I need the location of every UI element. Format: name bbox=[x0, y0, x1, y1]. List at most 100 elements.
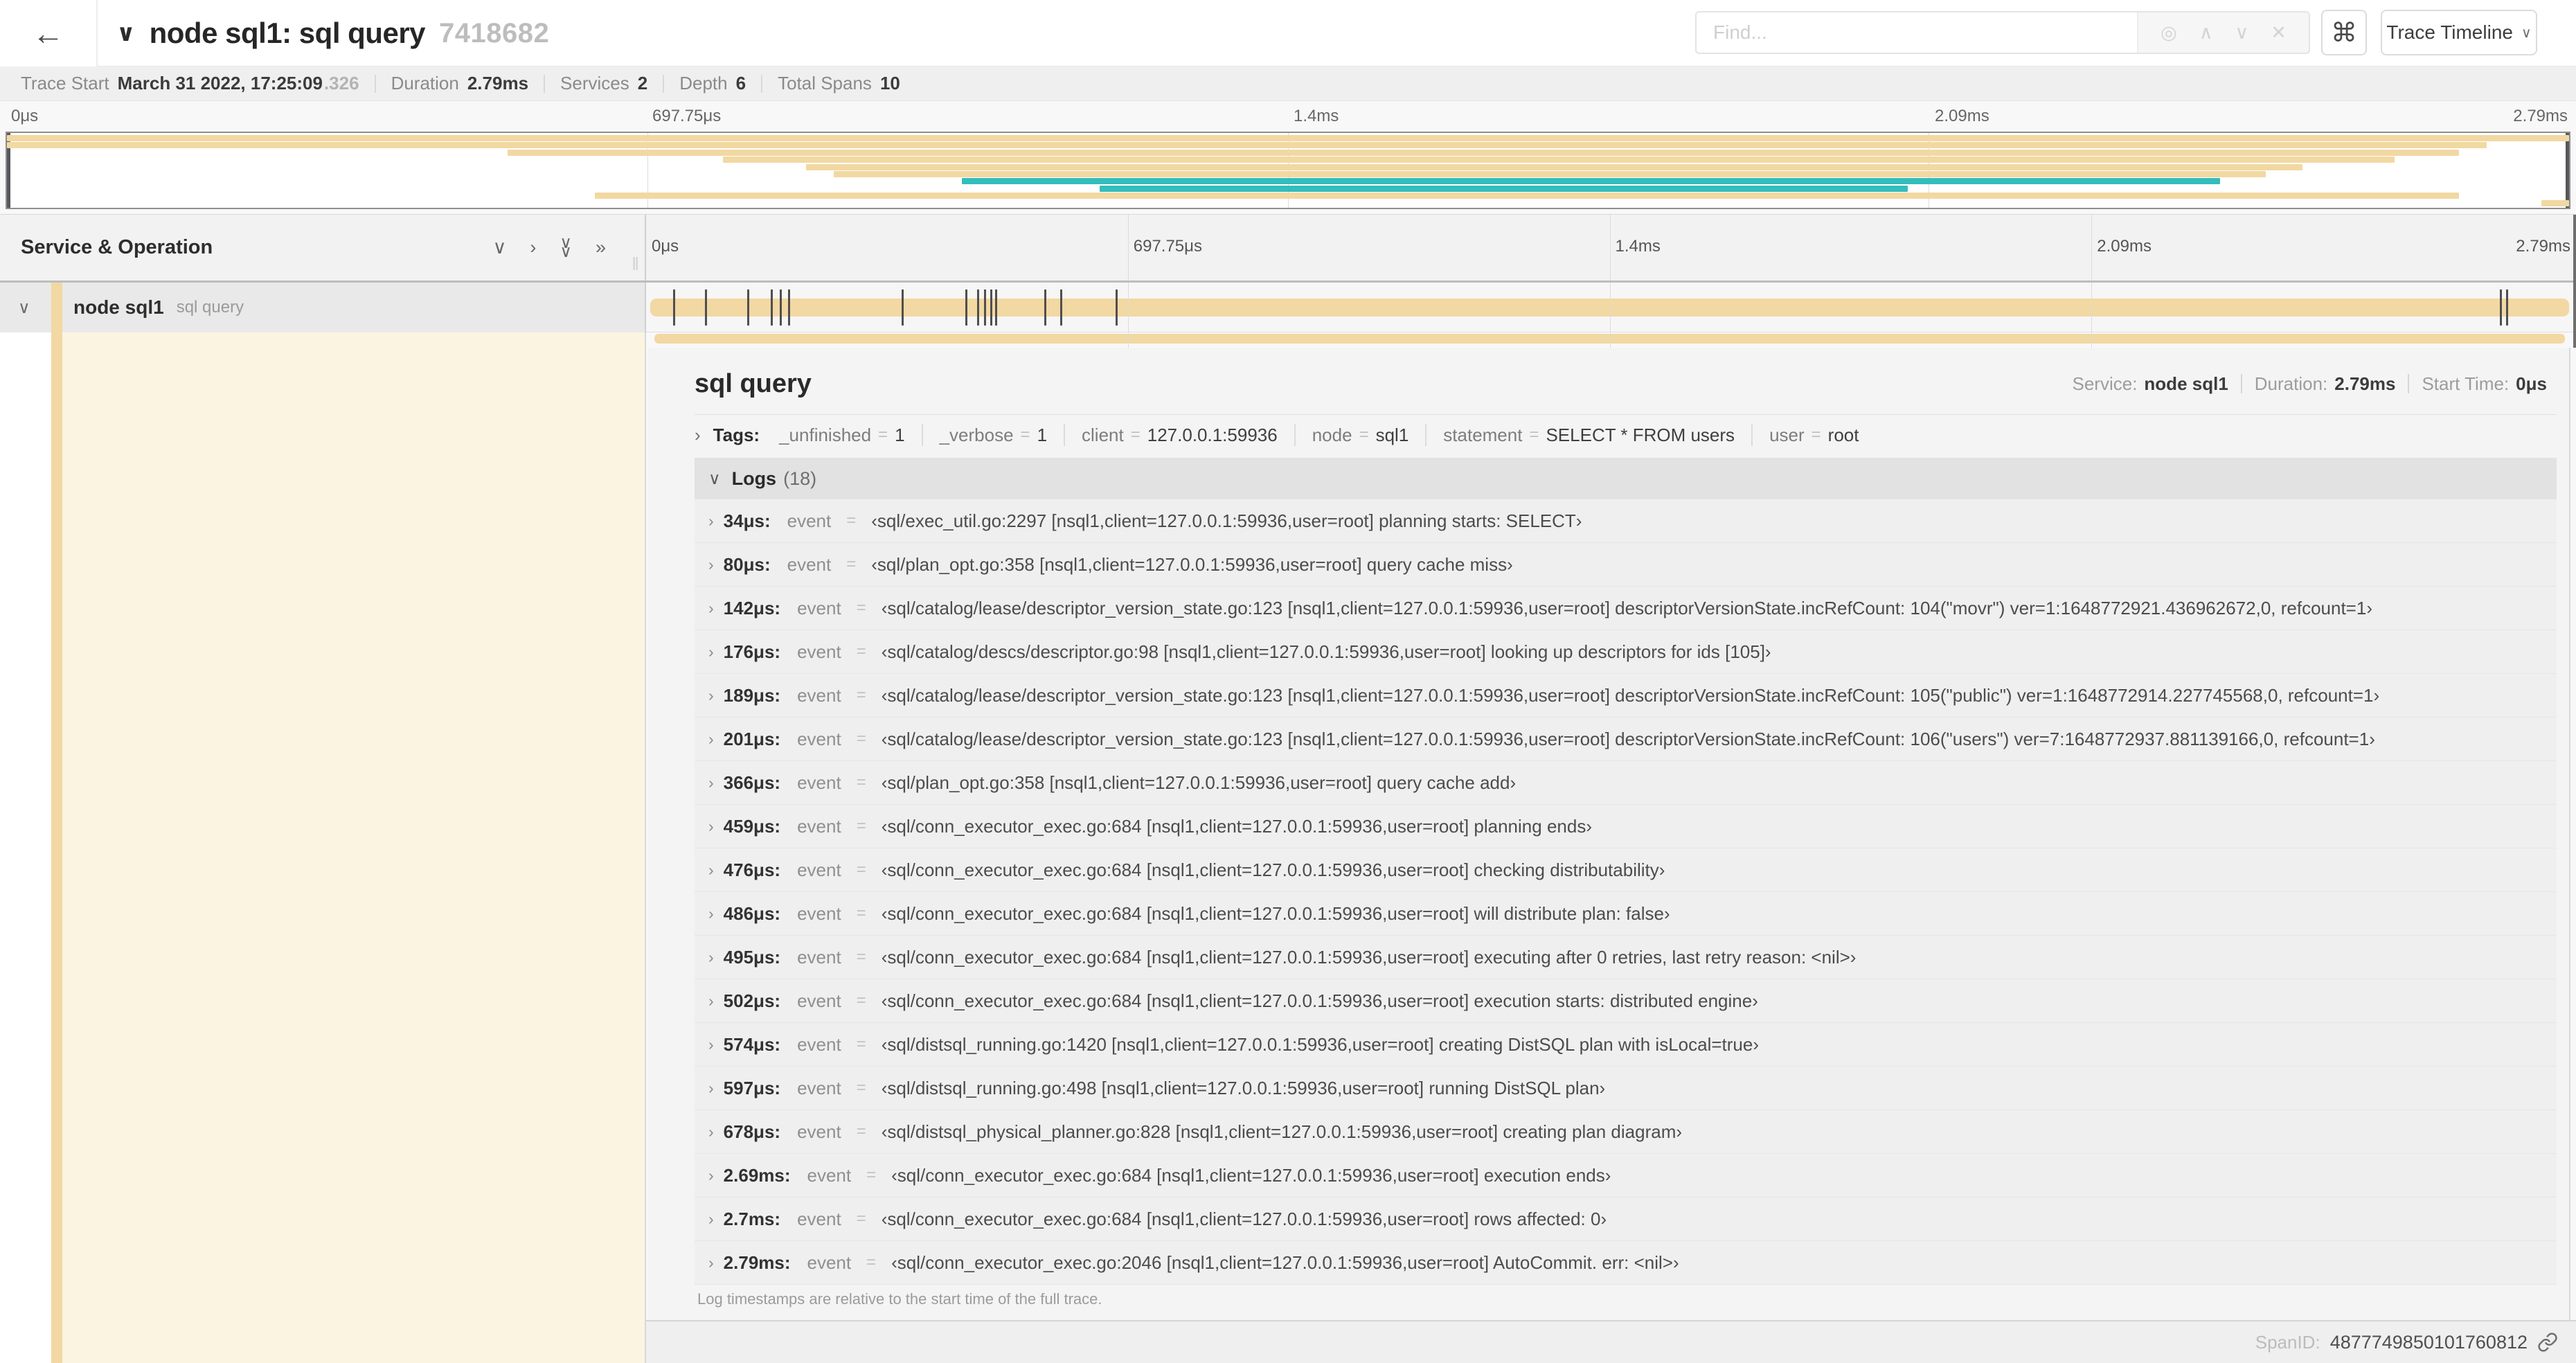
chevron-right-icon[interactable]: › bbox=[708, 861, 714, 880]
equals-sign: = bbox=[856, 1078, 866, 1097]
chevron-right-icon[interactable]: › bbox=[708, 1254, 714, 1272]
column-resize-grip[interactable]: ‖ bbox=[632, 253, 639, 275]
span-row-graph[interactable] bbox=[646, 283, 2573, 332]
chevron-right-icon[interactable]: › bbox=[708, 905, 714, 923]
log-marker-tick[interactable] bbox=[787, 289, 790, 326]
expand-one-icon[interactable]: › bbox=[530, 237, 536, 258]
logs-accordion-header[interactable]: ∨ Logs (18) bbox=[695, 458, 2557, 499]
log-row[interactable]: › 486μs: event = ‹sql/conn_executor_exec.go:… bbox=[695, 892, 2557, 936]
next-result-icon[interactable]: ∨ bbox=[2235, 22, 2248, 44]
collapse-trace-icon[interactable]: ∨ bbox=[116, 19, 136, 47]
tag-key: user bbox=[1769, 424, 1805, 445]
log-row[interactable]: › 597μs: event = ‹sql/distsql_running.go:498… bbox=[695, 1067, 2557, 1110]
log-marker-tick[interactable] bbox=[2499, 289, 2502, 326]
chevron-right-icon[interactable]: › bbox=[708, 512, 714, 531]
log-marker-tick[interactable] bbox=[770, 289, 773, 326]
minimap-canvas[interactable] bbox=[6, 132, 2570, 209]
log-row[interactable]: › 574μs: event = ‹sql/distsql_running.go:142… bbox=[695, 1023, 2557, 1067]
span-id-value: 4877749850101760812 bbox=[2329, 1331, 2528, 1353]
chevron-down-icon[interactable]: ∨ bbox=[18, 283, 30, 332]
timeline-header-row: Service & Operation ∨ › ∨ ∨ » ‖ 0μs 697.75… bbox=[0, 215, 2576, 283]
log-marker-tick[interactable] bbox=[704, 289, 707, 326]
chevron-right-icon[interactable]: › bbox=[708, 686, 714, 705]
expand-all-icon[interactable]: » bbox=[596, 237, 606, 258]
log-row[interactable]: › 678μs: event = ‹sql/distsql_physical_plann… bbox=[695, 1110, 2557, 1154]
log-row[interactable]: › 176μs: event = ‹sql/catalog/descs/descript… bbox=[695, 630, 2557, 674]
detail-header: sql query Service: node sql1 Duration: 2… bbox=[695, 348, 2557, 404]
log-row[interactable]: › 459μs: event = ‹sql/conn_executor_exec.go:… bbox=[695, 805, 2557, 848]
log-marker-tick[interactable] bbox=[2506, 289, 2509, 326]
log-row[interactable]: › 366μs: event = ‹sql/plan_opt.go:358 [nsql1… bbox=[695, 761, 2557, 805]
span-row-name-column[interactable]: ∨ node sql1 sql query bbox=[0, 283, 646, 332]
keyboard-shortcuts-button[interactable]: ⌘ bbox=[2321, 10, 2367, 55]
log-marker-tick[interactable] bbox=[990, 289, 992, 326]
chevron-right-icon[interactable]: › bbox=[708, 774, 714, 792]
chevron-right-icon[interactable]: › bbox=[708, 1123, 714, 1141]
log-row[interactable]: › 80μs: event = ‹sql/plan_opt.go:358 [nsql1,… bbox=[695, 543, 2557, 587]
chevron-right-icon[interactable]: › bbox=[708, 730, 714, 749]
chevron-right-icon[interactable]: › bbox=[708, 1210, 714, 1229]
equals-sign: = bbox=[866, 1253, 877, 1272]
chevron-right-icon[interactable]: › bbox=[708, 643, 714, 661]
log-marker-tick[interactable] bbox=[1059, 289, 1062, 326]
chevron-down-icon: ∨ bbox=[708, 469, 721, 488]
trace-view-selector[interactable]: Trace Timeline ∨ bbox=[2381, 10, 2537, 55]
log-marker-tick[interactable] bbox=[976, 289, 979, 326]
minimap-axis-labels: 0μs 697.75μs 1.4ms 2.09ms 2.79ms bbox=[6, 107, 2570, 130]
back-button[interactable]: ← bbox=[0, 0, 98, 66]
log-row[interactable]: › 2.79ms: event = ‹sql/conn_executor_exec.go… bbox=[695, 1241, 2557, 1285]
chevron-right-icon[interactable]: › bbox=[708, 1035, 714, 1054]
span-row-node-sql1[interactable]: ∨ node sql1 sql query bbox=[0, 283, 2576, 332]
log-marker-tick[interactable] bbox=[901, 289, 904, 326]
axis-tick-label: 2.79ms bbox=[2513, 107, 2568, 125]
log-marker-tick[interactable] bbox=[779, 289, 782, 326]
focus-target-icon[interactable]: ◎ bbox=[2161, 22, 2177, 44]
clear-search-icon[interactable]: ✕ bbox=[2271, 22, 2287, 44]
equals-sign: = bbox=[856, 1035, 866, 1053]
log-field-value: ‹sql/conn_executor_exec.go:684 [nsql1,cl… bbox=[881, 946, 1857, 968]
find-input[interactable] bbox=[1697, 12, 2137, 53]
log-marker-tick[interactable] bbox=[965, 289, 967, 326]
collapse-all-icon[interactable]: ∨ ∨ bbox=[560, 234, 572, 260]
summary-depth: Depth 6 bbox=[679, 73, 746, 94]
chevron-right-icon[interactable]: › bbox=[708, 992, 714, 1010]
chevron-right-icon[interactable]: › bbox=[708, 1079, 714, 1098]
chevron-right-icon[interactable]: › bbox=[708, 1166, 714, 1185]
chevron-right-icon[interactable]: › bbox=[708, 948, 714, 967]
log-row[interactable]: › 502μs: event = ‹sql/conn_executor_exec.go:… bbox=[695, 979, 2557, 1023]
log-row[interactable]: › 189μs: event = ‹sql/catalog/lease/descript… bbox=[695, 674, 2557, 718]
log-row[interactable]: › 2.69ms: event = ‹sql/conn_executor_exec.go… bbox=[695, 1154, 2557, 1197]
log-row[interactable]: › 495μs: event = ‹sql/conn_executor_exec.go:… bbox=[695, 936, 2557, 979]
log-timestamp: 574μs: bbox=[723, 1033, 781, 1055]
chevron-right-icon[interactable]: › bbox=[708, 555, 714, 574]
equals-sign: = bbox=[856, 686, 866, 704]
log-row[interactable]: › 201μs: event = ‹sql/catalog/lease/descript… bbox=[695, 718, 2557, 761]
chevron-right-icon[interactable]: › bbox=[708, 817, 714, 836]
log-row[interactable]: › 34μs: event = ‹sql/exec_util.go:2297 [nsql… bbox=[695, 499, 2557, 543]
log-marker-tick[interactable] bbox=[1044, 289, 1046, 326]
axis-tick-label: 697.75μs bbox=[1133, 237, 1202, 256]
log-timestamp: 34μs: bbox=[723, 510, 771, 531]
log-timestamp: 176μs: bbox=[723, 641, 781, 662]
log-marker-tick[interactable] bbox=[747, 289, 750, 326]
log-row[interactable]: › 476μs: event = ‹sql/conn_executor_exec.go:… bbox=[695, 848, 2557, 892]
log-marker-tick[interactable] bbox=[672, 289, 675, 326]
timeline-right-boundary[interactable] bbox=[2573, 215, 2576, 348]
axis-tick-label: 1.4ms bbox=[1294, 107, 1339, 125]
log-row[interactable]: › 142μs: event = ‹sql/catalog/lease/descript… bbox=[695, 587, 2557, 630]
find-controls: ◎ ∧ ∨ ✕ bbox=[2137, 12, 2309, 53]
link-icon[interactable] bbox=[2537, 1332, 2558, 1353]
minimap-right-drag-handle[interactable] bbox=[2566, 133, 2569, 208]
log-marker-tick[interactable] bbox=[994, 289, 997, 326]
prev-result-icon[interactable]: ∧ bbox=[2199, 22, 2213, 44]
tags-accordion-header[interactable]: › Tags: _unfinished = 1 _verbose = 1 cli… bbox=[695, 415, 2557, 455]
log-field-key: event bbox=[797, 990, 841, 1011]
chevron-right-icon[interactable]: › bbox=[708, 599, 714, 618]
log-marker-tick[interactable] bbox=[1116, 289, 1118, 326]
log-row[interactable]: › 2.7ms: event = ‹sql/conn_executor_exec.go:… bbox=[695, 1197, 2557, 1241]
log-timestamp: 678μs: bbox=[723, 1121, 781, 1142]
tag-node: node = sql1 bbox=[1312, 425, 1409, 446]
collapse-one-icon[interactable]: ∨ bbox=[493, 237, 507, 258]
tag-verbose: _verbose = 1 bbox=[940, 425, 1047, 446]
log-marker-tick[interactable] bbox=[983, 289, 986, 326]
